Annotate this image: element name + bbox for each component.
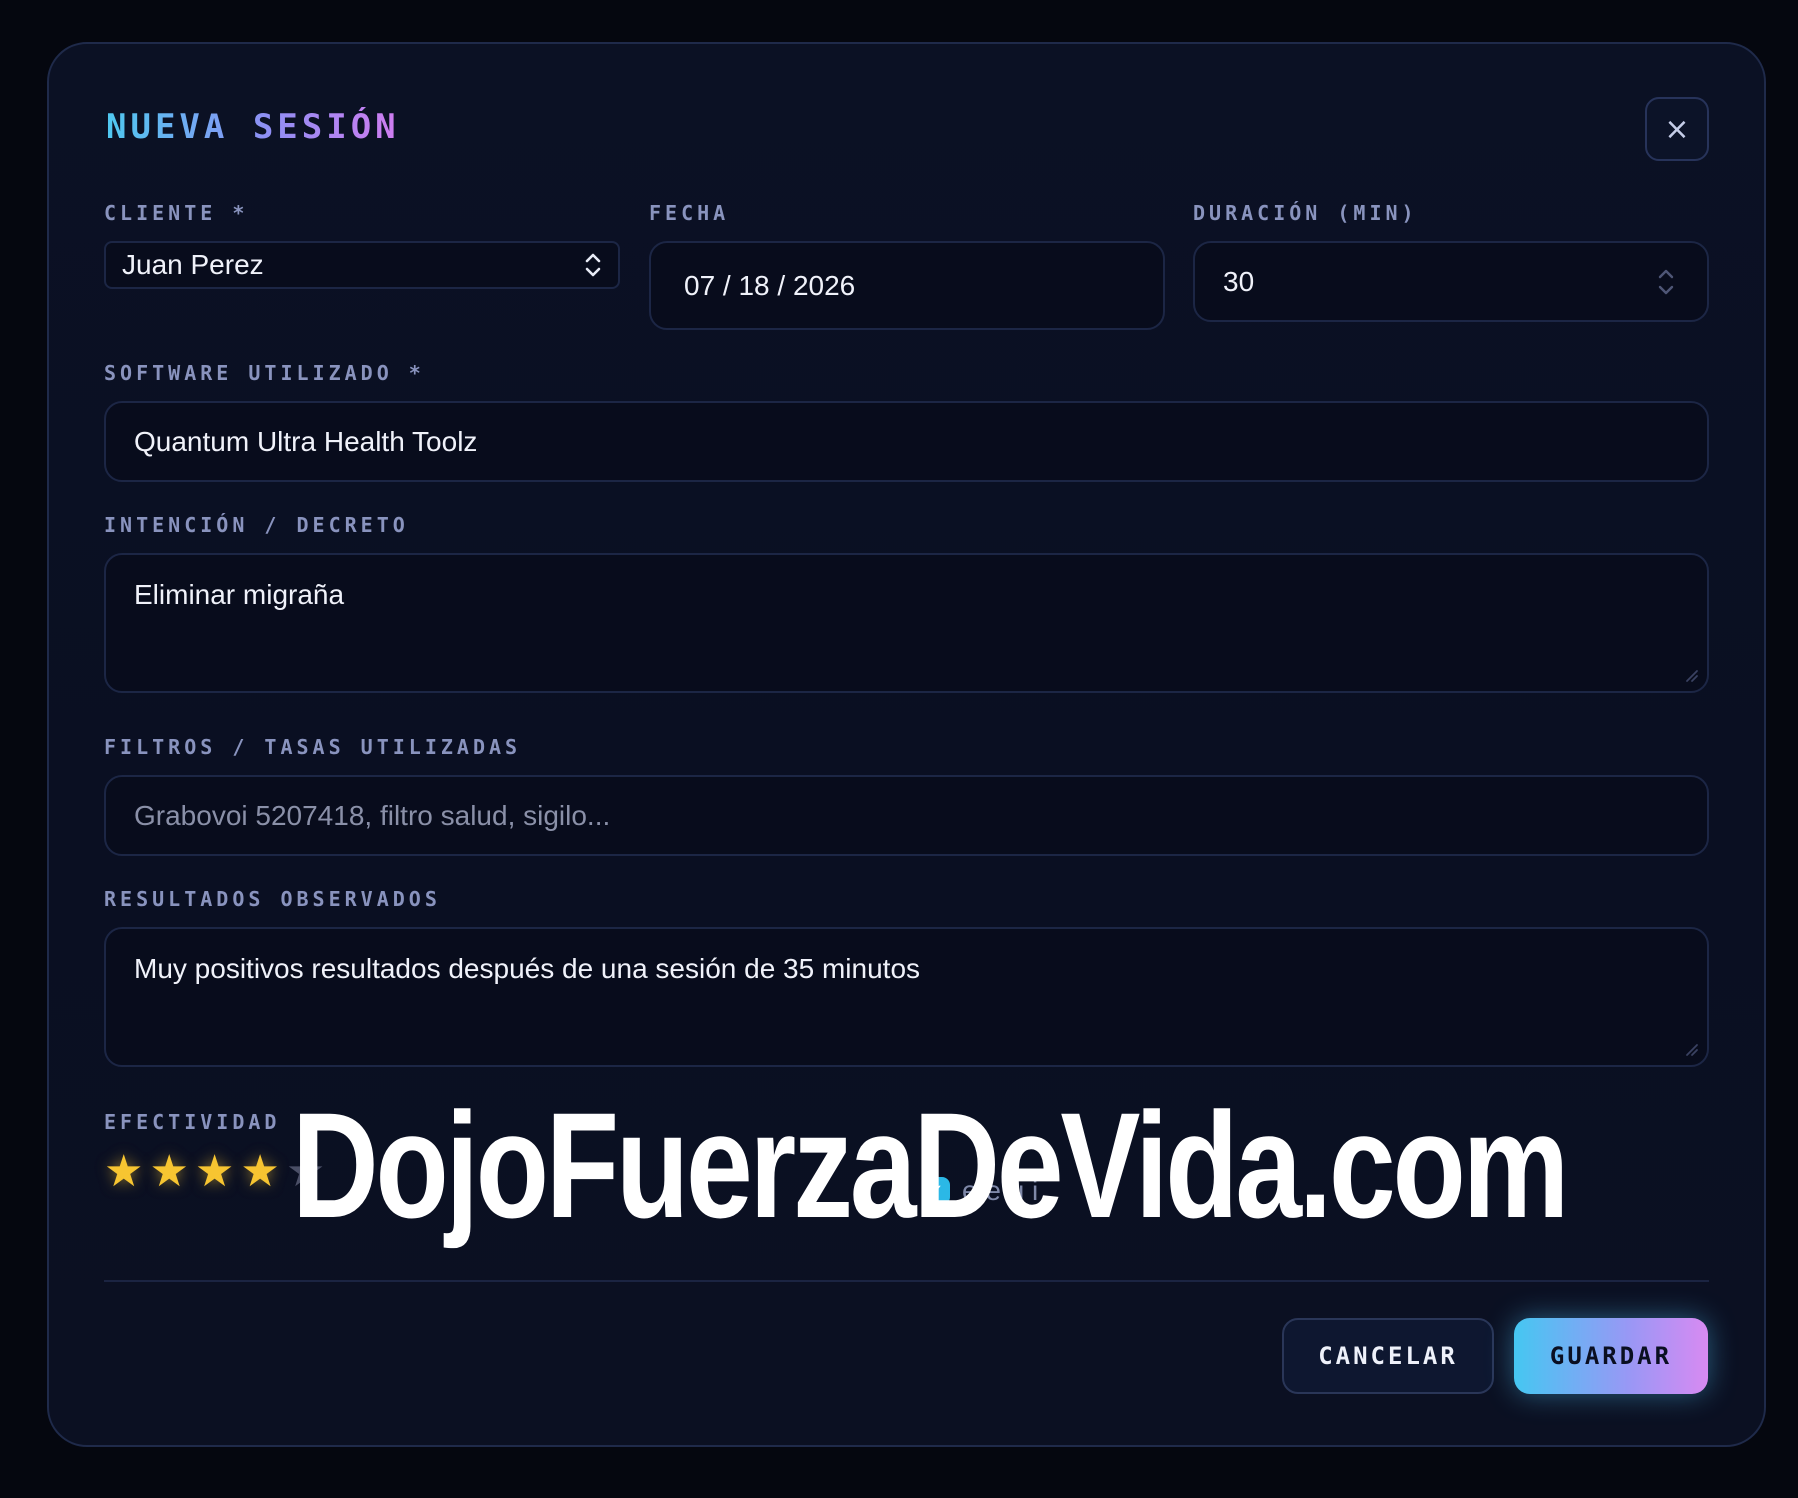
resultados-label: RESULTADOS OBSERVADOS bbox=[104, 887, 441, 911]
filtros-input[interactable]: Grabovoi 5207418, filtro salud, sigilo..… bbox=[104, 775, 1709, 856]
duracion-input[interactable]: 30 bbox=[1193, 241, 1709, 322]
cancel-button[interactable]: CANCELAR bbox=[1282, 1318, 1494, 1394]
close-icon: × bbox=[1664, 111, 1690, 147]
cliente-label: CLIENTE * bbox=[104, 201, 249, 225]
intencion-textarea[interactable]: Eliminar migraña bbox=[104, 553, 1709, 693]
filtros-placeholder: Grabovoi 5207418, filtro salud, sigilo..… bbox=[134, 799, 611, 831]
chevron-up-down-icon bbox=[585, 253, 601, 277]
close-button[interactable]: × bbox=[1645, 97, 1709, 161]
number-spinner-icon[interactable] bbox=[1655, 265, 1677, 299]
filtros-label: FILTROS / TASAS UTILIZADAS bbox=[104, 735, 522, 759]
star-icon-3[interactable]: ★ bbox=[195, 1150, 234, 1194]
efectividad-label: EFECTIVIDAD bbox=[104, 1110, 281, 1134]
watermark-text: DojoFuerzaDeVida.com bbox=[292, 1081, 1569, 1249]
intencion-value: Eliminar migraña bbox=[134, 579, 345, 610]
resize-handle-icon[interactable] bbox=[1681, 665, 1699, 683]
cliente-select[interactable]: Juan Perez bbox=[104, 241, 620, 289]
duracion-value: 30 bbox=[1223, 265, 1255, 297]
software-value: Quantum Ultra Health Toolz bbox=[134, 425, 478, 457]
fecha-label: FECHA bbox=[649, 201, 730, 225]
fecha-input[interactable]: 07 / 18 / 2026 bbox=[649, 241, 1165, 330]
star-icon-1[interactable]: ★ bbox=[104, 1150, 143, 1194]
intencion-label: INTENCIÓN / DECRETO bbox=[104, 513, 409, 537]
resize-handle-icon[interactable] bbox=[1681, 1039, 1699, 1057]
star-icon-4[interactable]: ★ bbox=[240, 1150, 279, 1194]
software-input[interactable]: Quantum Ultra Health Toolz bbox=[104, 401, 1709, 482]
resultados-textarea[interactable]: Muy positivos resultados después de una … bbox=[104, 927, 1709, 1067]
modal-title: NUEVA SESIÓN bbox=[106, 107, 400, 147]
footer-divider bbox=[104, 1280, 1709, 1282]
duracion-label: DURACIÓN (MIN) bbox=[1193, 201, 1418, 225]
fecha-value: 07 / 18 / 2026 bbox=[684, 269, 856, 301]
save-button[interactable]: GUARDAR bbox=[1514, 1318, 1708, 1394]
software-label: SOFTWARE UTILIZADO * bbox=[104, 361, 425, 385]
cliente-value: Juan Perez bbox=[122, 249, 264, 280]
resultados-value: Muy positivos resultados después de una … bbox=[134, 953, 921, 984]
star-icon-2[interactable]: ★ bbox=[149, 1150, 188, 1194]
